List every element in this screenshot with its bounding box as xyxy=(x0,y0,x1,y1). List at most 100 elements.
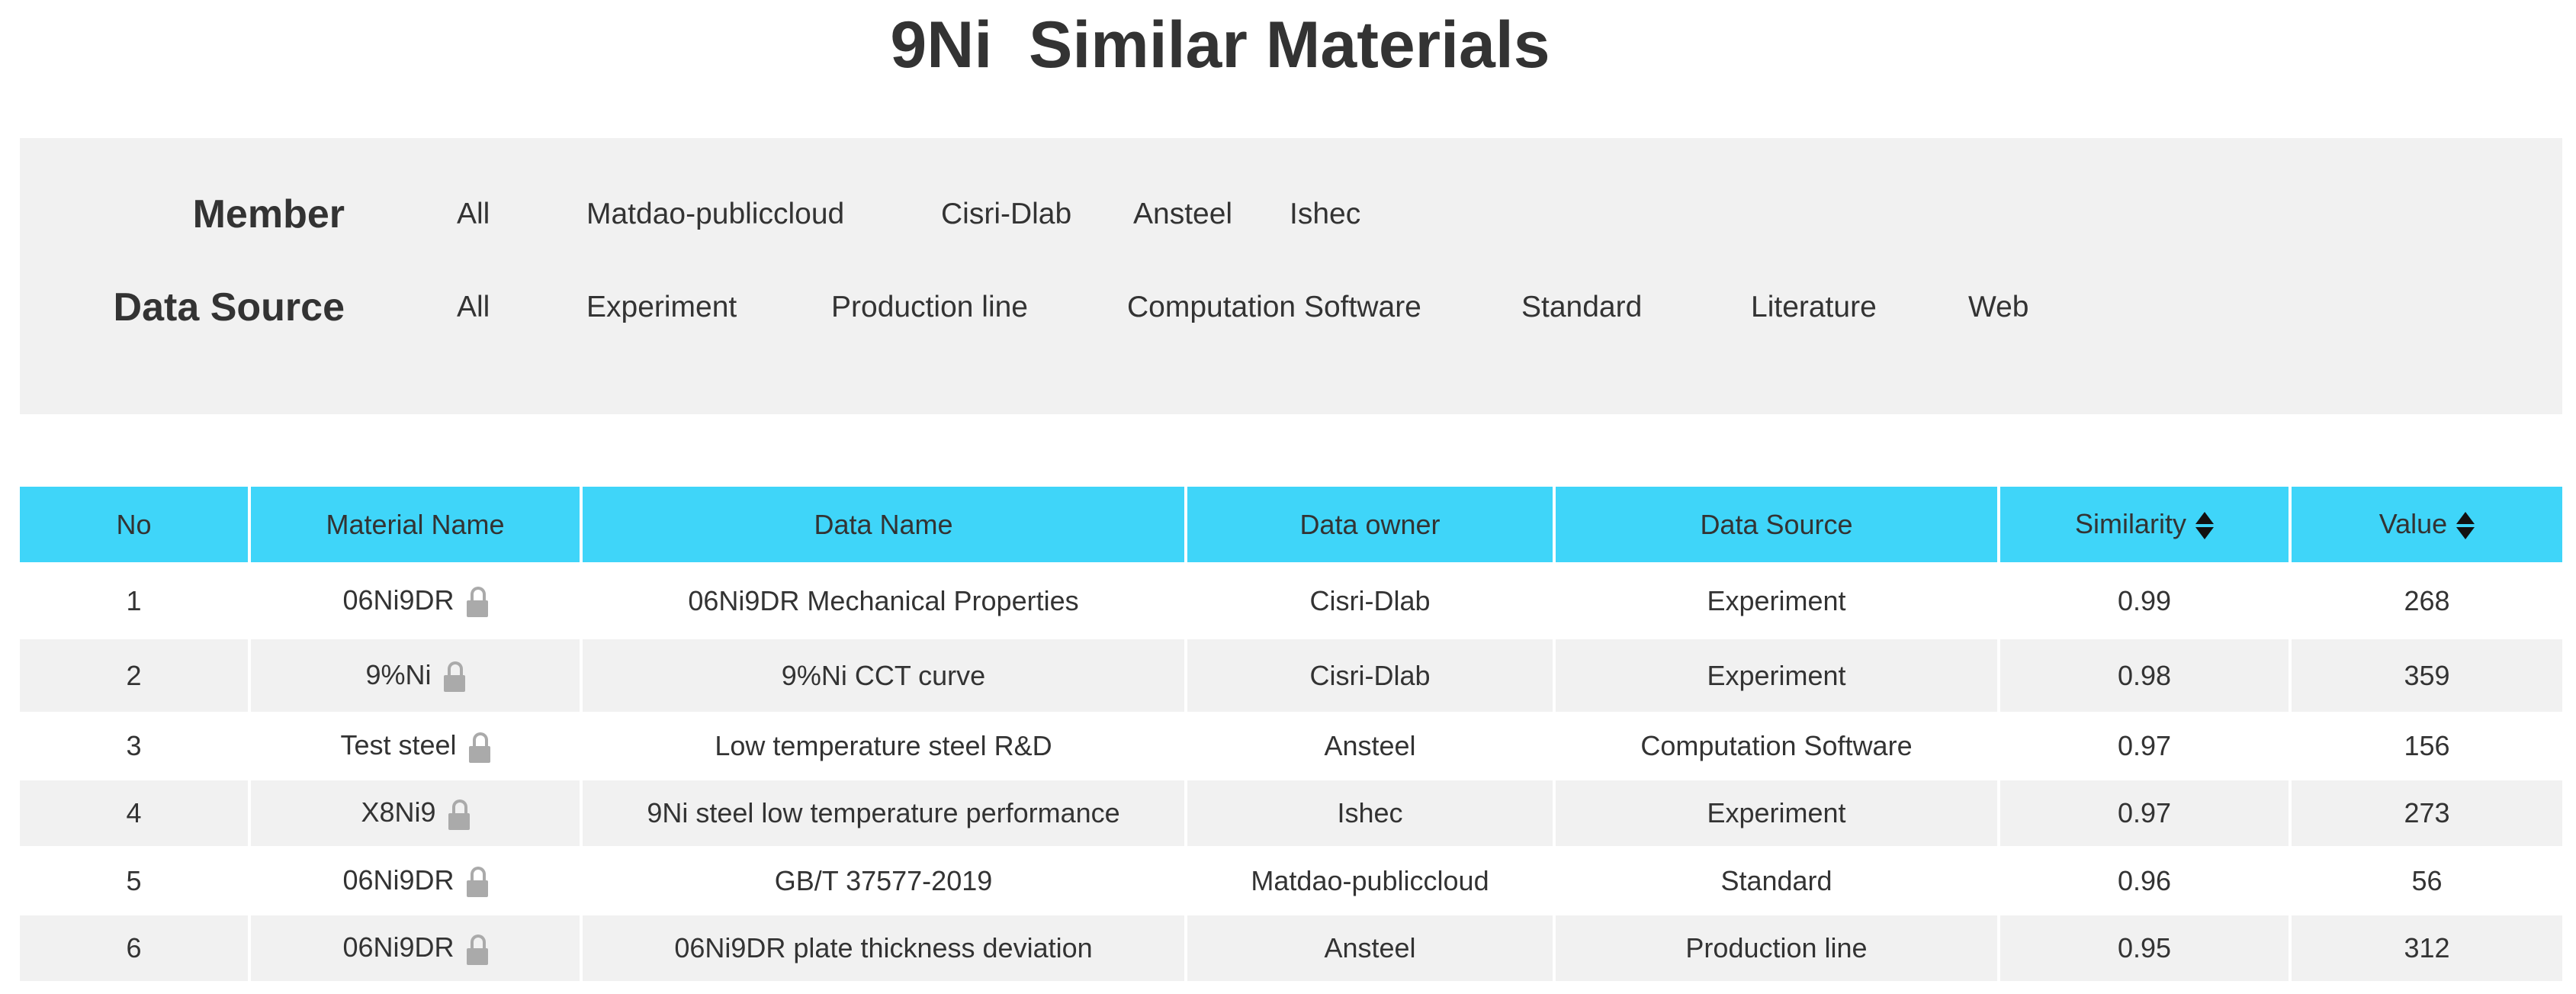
cell-no-text: 4 xyxy=(126,797,142,828)
member-option-ishec[interactable]: Ishec xyxy=(1290,198,1360,231)
cell-data-owner: Ansteel xyxy=(1184,915,1554,981)
cell-data-source-text: Computation Software xyxy=(1640,730,1913,761)
cell-material-name-text[interactable]: X8Ni9 xyxy=(361,796,435,828)
cell-no: 6 xyxy=(20,915,249,981)
cell-data-owner: Cisri-Dlab xyxy=(1184,562,1554,639)
cell-no-text: 1 xyxy=(126,584,142,616)
cell-data-name-text[interactable]: 9Ni steel low temperature performance xyxy=(647,797,1119,828)
cell-similarity-text: 0.96 xyxy=(2117,864,2172,896)
member-option-ansteel[interactable]: Ansteel xyxy=(1133,198,1232,231)
sort-icon[interactable] xyxy=(2195,510,2214,541)
cell-data-name-text[interactable]: Low temperature steel R&D xyxy=(715,730,1052,761)
table-row[interactable]: 3 Test steel Low temperature steel R&D Anst… xyxy=(20,712,2562,780)
cell-value-text: 312 xyxy=(2404,932,2450,963)
lock-icon xyxy=(443,661,465,693)
table-row[interactable]: 1 06Ni9DR 06Ni9DR Mechanical Properties Cis… xyxy=(20,562,2562,639)
cell-data-name: Low temperature steel R&D xyxy=(580,712,1186,780)
header-material-name: Material Name xyxy=(248,487,581,562)
cell-material-name-text[interactable]: 9%Ni xyxy=(365,659,431,690)
cell-similarity: 0.97 xyxy=(1997,712,2290,780)
lock-icon xyxy=(468,732,490,763)
cell-data-owner-text: Ishec xyxy=(1337,797,1403,828)
cell-value: 156 xyxy=(2289,712,2562,780)
cell-data-owner: Matdao-publiccloud xyxy=(1184,846,1554,915)
cell-similarity-text: 0.97 xyxy=(2117,730,2172,761)
source-option-experiment[interactable]: Experiment xyxy=(586,291,737,324)
cell-material-name: 06Ni9DR xyxy=(248,562,581,639)
cell-material-name: 9%Ni xyxy=(248,639,581,712)
sort-icon[interactable] xyxy=(2456,510,2475,541)
cell-data-name: 9Ni steel low temperature performance xyxy=(580,780,1186,846)
cell-value: 268 xyxy=(2289,562,2562,639)
cell-data-name-text[interactable]: 06Ni9DR plate thickness deviation xyxy=(674,932,1092,963)
table-row[interactable]: 2 9%Ni 9%Ni CCT curve Cisri-Dlab Experiment 0… xyxy=(20,639,2562,712)
lock-icon xyxy=(448,799,470,830)
cell-data-source-text: Production line xyxy=(1685,932,1868,963)
cell-data-name-text[interactable]: 9%Ni CCT curve xyxy=(782,660,985,691)
header-value[interactable]: Value xyxy=(2289,487,2562,562)
table-row[interactable]: 6 06Ni9DR 06Ni9DR plate thickness deviatio… xyxy=(20,915,2562,981)
cell-data-source: Experiment xyxy=(1553,780,1999,846)
cell-no: 4 xyxy=(20,780,249,846)
cell-data-source: Computation Software xyxy=(1553,712,1999,780)
cell-similarity: 0.99 xyxy=(1997,562,2290,639)
source-option-computation-software[interactable]: Computation Software xyxy=(1127,291,1421,324)
cell-similarity-text: 0.95 xyxy=(2117,932,2172,963)
cell-material-name: Test steel xyxy=(248,712,581,780)
source-option-web[interactable]: Web xyxy=(1968,291,2029,324)
header-similarity[interactable]: Similarity xyxy=(1997,487,2290,562)
cell-no-text: 2 xyxy=(126,659,142,691)
member-option-matdao-publiccloud[interactable]: Matdao-publiccloud xyxy=(586,198,844,231)
source-option-production-line[interactable]: Production line xyxy=(831,291,1028,324)
cell-similarity: 0.95 xyxy=(1997,915,2290,981)
cell-similarity-text: 0.99 xyxy=(2117,584,2172,616)
cell-similarity-text: 0.97 xyxy=(2117,797,2172,828)
cell-data-name-text[interactable]: GB/T 37577-2019 xyxy=(775,865,993,896)
cell-data-owner-text: Cisri-Dlab xyxy=(1309,584,1431,616)
header-data-owner: Data owner xyxy=(1184,487,1554,562)
table-row[interactable]: 5 06Ni9DR GB/T 37577-2019 Matdao-publicclou… xyxy=(20,846,2562,915)
cell-data-owner: Ansteel xyxy=(1184,712,1554,780)
header-no: No xyxy=(20,487,249,562)
table-header-row: No Material Name Data Name Data owner Da… xyxy=(20,487,2562,562)
cell-data-source: Production line xyxy=(1553,915,1999,981)
cell-value-text: 56 xyxy=(2411,864,2443,896)
member-filter-label: Member xyxy=(192,192,345,236)
lock-icon xyxy=(466,587,488,618)
member-option-all[interactable]: All xyxy=(457,198,490,231)
cell-data-source: Experiment xyxy=(1553,562,1999,639)
cell-no: 1 xyxy=(20,562,249,639)
cell-material-name-text[interactable]: 06Ni9DR xyxy=(342,584,454,616)
cell-data-source-text: Experiment xyxy=(1707,659,1846,691)
cell-data-name: 06Ni9DR plate thickness deviation xyxy=(580,915,1186,981)
cell-no: 5 xyxy=(20,846,249,915)
member-option-cisri-dlab[interactable]: Cisri-Dlab xyxy=(941,198,1071,231)
cell-similarity: 0.98 xyxy=(1997,639,2290,712)
cell-data-source-text: Experiment xyxy=(1707,797,1846,828)
data-source-filter-label: Data Source xyxy=(113,285,345,330)
header-value-label: Value xyxy=(2378,507,2448,539)
similar-materials-table: No Material Name Data Name Data owner Da… xyxy=(20,487,2562,981)
source-option-standard[interactable]: Standard xyxy=(1521,291,1642,324)
table-row[interactable]: 4 X8Ni9 9Ni steel low temperature performa… xyxy=(20,780,2562,846)
cell-material-name: X8Ni9 xyxy=(248,780,581,846)
cell-value-text: 273 xyxy=(2404,797,2450,828)
cell-material-name-text[interactable]: Test steel xyxy=(340,729,456,761)
cell-data-name-text[interactable]: 06Ni9DR Mechanical Properties xyxy=(688,585,1078,616)
cell-material-name: 06Ni9DR xyxy=(248,846,581,915)
cell-data-source-text: Experiment xyxy=(1707,584,1846,616)
cell-no: 2 xyxy=(20,639,249,712)
header-data-source: Data Source xyxy=(1553,487,1999,562)
source-option-all[interactable]: All xyxy=(457,291,490,324)
cell-no: 3 xyxy=(20,712,249,780)
cell-value-text: 359 xyxy=(2404,659,2450,691)
cell-material-name-text[interactable]: 06Ni9DR xyxy=(342,931,454,963)
cell-similarity: 0.97 xyxy=(1997,780,2290,846)
cell-data-owner: Ishec xyxy=(1184,780,1554,846)
cell-data-owner-text: Matdao-publiccloud xyxy=(1251,864,1489,896)
cell-data-source: Standard xyxy=(1553,846,1999,915)
cell-value: 359 xyxy=(2289,639,2562,712)
cell-material-name-text[interactable]: 06Ni9DR xyxy=(342,864,454,896)
header-similarity-label: Similarity xyxy=(2074,507,2186,539)
source-option-literature[interactable]: Literature xyxy=(1751,291,1877,324)
